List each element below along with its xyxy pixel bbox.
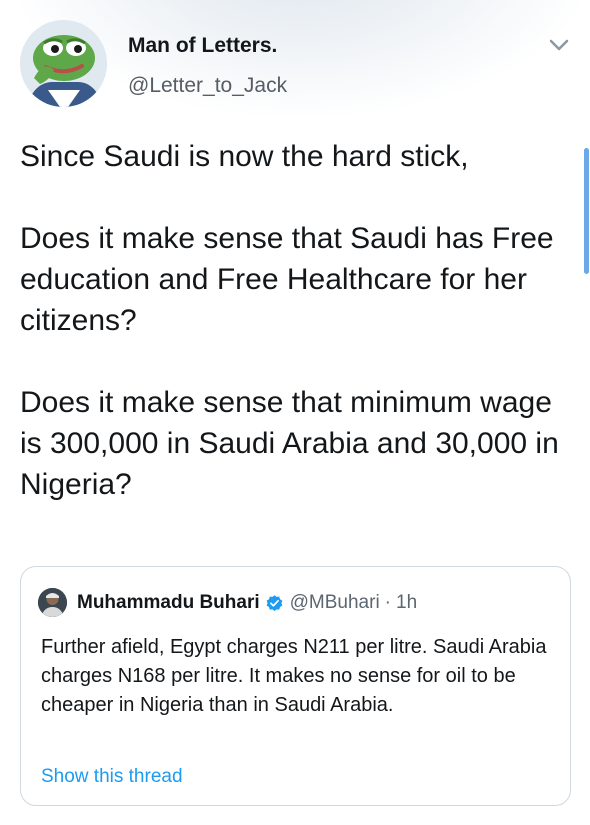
quoted-author-avatar[interactable]	[38, 588, 67, 617]
quoted-tweet-card[interactable]: Muhammadu Buhari @MBuhari · 1h Further a…	[20, 566, 571, 806]
quoted-author-handle[interactable]: @MBuhari	[290, 592, 380, 614]
author-display-name[interactable]: Man of Letters.	[128, 34, 277, 58]
author-avatar[interactable]	[20, 20, 107, 107]
person-avatar-icon	[38, 588, 67, 617]
chevron-down-icon	[549, 39, 569, 51]
scrollbar-thumb[interactable]	[584, 148, 589, 274]
tweet-body-text: Since Saudi is now the hard stick, Does …	[20, 140, 559, 501]
tweet-view: Man of Letters. @Letter_to_Jack Since Sa…	[0, 0, 590, 825]
pepe-frog-avatar-icon	[20, 20, 107, 107]
tweet-menu-button[interactable]	[548, 38, 570, 52]
author-handle[interactable]: @Letter_to_Jack	[128, 74, 287, 98]
quoted-author-name[interactable]: Muhammadu Buhari	[77, 592, 260, 614]
separator-dot: ·	[384, 592, 391, 613]
show-thread-link[interactable]: Show this thread	[41, 766, 183, 788]
quoted-tweet-header: Muhammadu Buhari @MBuhari · 1h	[77, 590, 417, 616]
quoted-tweet-text: Further afield, Egypt charges N211 per l…	[41, 636, 547, 716]
tweet-header: Man of Letters. @Letter_to_Jack	[20, 20, 570, 110]
verified-badge-icon	[266, 594, 282, 611]
quoted-tweet-timestamp[interactable]: 1h	[396, 592, 417, 614]
